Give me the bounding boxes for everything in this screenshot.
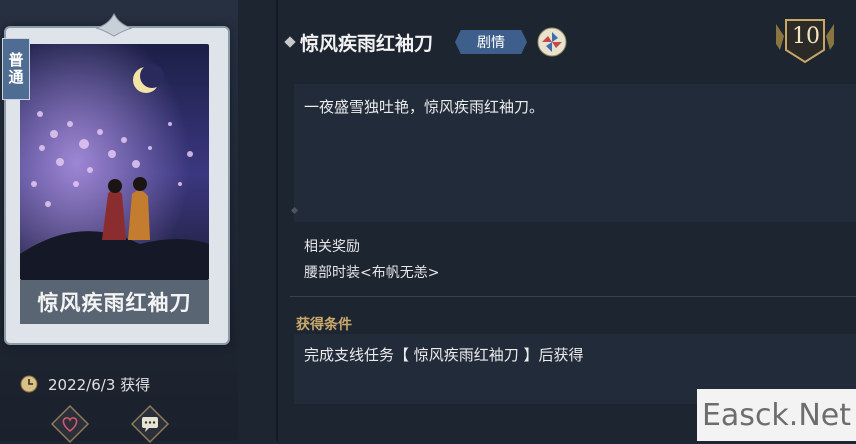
level-number: 10 xyxy=(792,24,820,49)
acquired-date: 2022/6/3 获得 xyxy=(48,375,151,394)
panel-divider xyxy=(276,0,278,441)
watermark: Easck.Net xyxy=(697,389,856,441)
pinwheel-icon[interactable] xyxy=(537,27,567,57)
rarity-tag: 普通 xyxy=(2,38,30,100)
detail-title: 惊风疾雨红袖刀 xyxy=(300,32,434,55)
condition-label: 获得条件 xyxy=(296,317,352,333)
card-title-bar: 惊风疾雨红袖刀 xyxy=(20,280,209,324)
heart-icon[interactable] xyxy=(50,404,90,444)
card-ornament-icon xyxy=(95,12,133,37)
story-tag-badge: 剧情 xyxy=(455,30,528,54)
section-divider xyxy=(290,296,856,297)
detail-header: 惊风疾雨红袖刀 剧情 xyxy=(284,22,567,62)
acquired-date-row: 2022/6/3 获得 xyxy=(20,372,230,396)
card-title: 惊风疾雨红袖刀 xyxy=(37,291,192,315)
clock-icon xyxy=(20,375,38,393)
description-text: 一夜盛雪独吐艳，惊风疾雨红袖刀。 xyxy=(304,98,545,116)
card-artwork xyxy=(20,44,209,280)
condition-text: 完成支线任务【 惊风疾雨红袖刀 】后获得 xyxy=(304,346,584,364)
reward-value: 腰部时装<布帆无恙> xyxy=(304,265,440,281)
chat-icon[interactable] xyxy=(130,404,170,444)
title-diamond-icon xyxy=(284,36,296,48)
reward-label: 相关奖励 xyxy=(304,239,360,255)
